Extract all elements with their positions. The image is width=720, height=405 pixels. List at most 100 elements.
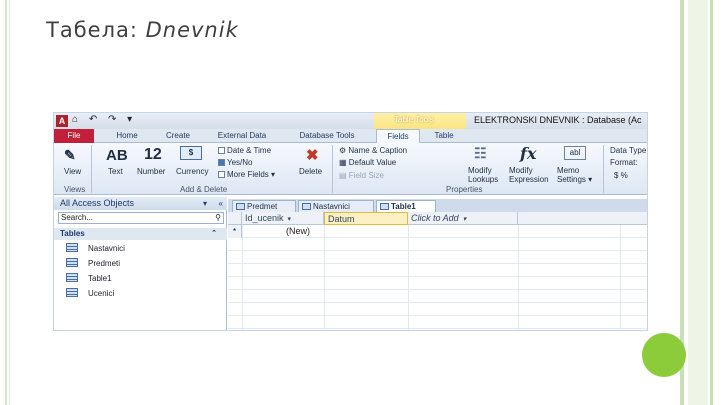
name-caption-button[interactable]: ⚙ Name & Caption <box>339 146 407 155</box>
data-type-label: Data Type: <box>610 146 648 155</box>
ribbon-separator <box>91 145 92 193</box>
format-symbol-buttons[interactable]: $ % <box>614 171 628 180</box>
nav-item-predmeti[interactable]: Predmeti <box>66 258 120 270</box>
modify-lookups-icon: ☷ <box>474 145 487 161</box>
grid-line <box>408 225 409 330</box>
nav-section-tables[interactable]: Tables ⌃ <box>54 228 227 240</box>
memo-settings-button[interactable]: Memo <box>557 166 579 175</box>
doc-tab-predmet[interactable]: Predmet <box>232 200 296 212</box>
slide-title-italic: Dnevnik <box>145 18 239 42</box>
tab-file[interactable]: File <box>54 129 94 143</box>
modify-lookups-label-2: Lookups <box>468 175 499 184</box>
nav-item-label: Nastavnici <box>88 244 125 253</box>
nav-item-nastavnici[interactable]: Nastavnici <box>66 243 125 255</box>
document-tab-bar: Predmet Nastavnici Table1 <box>228 199 647 212</box>
nav-section-label: Tables <box>60 229 85 238</box>
name-caption-icon: ⚙ <box>339 146 349 155</box>
doc-tab-nastavnici[interactable]: Nastavnici <box>298 200 374 212</box>
date-time-button[interactable]: Date & Time <box>218 146 271 155</box>
access-logo-icon[interactable]: A <box>56 115 68 127</box>
default-value-label: Default Value <box>348 158 397 167</box>
nav-pane-header[interactable]: All Access Objects ▾ « <box>54 197 227 210</box>
table-icon <box>66 243 78 252</box>
more-fields-icon <box>218 171 225 178</box>
ribbon-tab-bar: File Home Create External Data Database … <box>54 129 647 144</box>
views-group-label: Views <box>64 185 86 194</box>
table-row <box>228 251 647 264</box>
tab-table[interactable]: Table <box>424 129 464 143</box>
modify-lookups-button[interactable]: Modify <box>468 166 492 175</box>
table-row-new[interactable]: * (New) <box>228 225 647 238</box>
default-value-icon: ▦ <box>339 158 349 167</box>
view-design-icon: ✎ <box>64 147 76 163</box>
navigation-pane: All Access Objects ▾ « Search... ⚲ Table… <box>54 197 227 330</box>
modify-expression-label-2: Expression <box>509 175 549 184</box>
table-icon <box>66 288 78 297</box>
nav-item-table1[interactable]: Table1 <box>66 273 112 285</box>
nav-item-label: Table1 <box>88 274 112 283</box>
field-size-field[interactable]: ▤ Field Size <box>339 171 384 180</box>
format-label: Format: <box>610 158 638 167</box>
currency-field-button[interactable]: Currency <box>176 167 208 176</box>
table-tools-label: Table Tools <box>394 115 434 124</box>
collapse-section-icon[interactable]: ⌃ <box>211 228 217 240</box>
nav-search-placeholder: Search... <box>61 213 94 222</box>
new-record-marker[interactable]: * <box>228 225 242 238</box>
table-icon <box>66 258 78 267</box>
doc-tab-label: Nastavnici <box>313 202 350 211</box>
delete-icon: ✖ <box>306 147 319 164</box>
slide-title-plain: Табела: <box>46 18 146 42</box>
tab-create[interactable]: Create <box>154 129 202 143</box>
table-row <box>228 238 647 251</box>
memo-settings-icon: abl <box>564 146 586 160</box>
doc-tab-label: Predmet <box>247 202 278 211</box>
ribbon-separator <box>603 145 604 193</box>
more-fields-button[interactable]: More Fields ▾ <box>218 170 275 179</box>
memo-settings-label-2: Settings ▾ <box>557 175 593 184</box>
text-field-icon: AB <box>106 147 128 164</box>
table-row <box>228 277 647 290</box>
table-row <box>228 316 647 329</box>
number-field-icon: 12 <box>144 146 162 163</box>
column-header-click-to-add[interactable]: Click to Add ▾ <box>408 212 518 225</box>
yes-no-label: Yes/No <box>227 158 253 167</box>
document-area: Predmet Nastavnici Table1 Id_ucenik ▾ Dat… <box>228 197 647 330</box>
name-caption-label: Name & Caption <box>348 146 408 155</box>
slide-left-rule <box>5 0 7 405</box>
doc-tab-label: Table1 <box>391 202 416 211</box>
chevron-down-icon[interactable]: ▾ <box>288 216 292 223</box>
chevron-down-icon[interactable]: ▾ <box>203 197 207 210</box>
modify-expression-button[interactable]: Modify <box>509 166 533 175</box>
slide-title: Табела: Dnevnik <box>46 18 239 42</box>
checkbox-icon <box>218 159 225 166</box>
delete-field-button[interactable]: Delete <box>299 167 322 176</box>
column-header-label: Click to Add <box>411 213 459 223</box>
currency-icon: $ <box>180 146 202 160</box>
window-title: ELEKTRONSKI DNEVNIK : Database (Ac <box>474 115 642 125</box>
doc-tab-table1[interactable]: Table1 <box>376 200 436 212</box>
ribbon-separator <box>332 145 333 193</box>
collapse-pane-icon[interactable]: « <box>219 197 223 210</box>
text-field-button[interactable]: Text <box>108 167 123 176</box>
view-button[interactable]: View <box>64 167 81 176</box>
chevron-down-icon[interactable]: ▾ <box>463 216 467 223</box>
grid-line <box>620 225 621 330</box>
column-header-id-ucenik[interactable]: Id_ucenik ▾ <box>242 212 324 225</box>
tab-database-tools[interactable]: Database Tools <box>286 129 368 143</box>
ribbon: ✎ View Views AB Text 12 Number $ Currenc… <box>54 143 648 195</box>
tab-home[interactable]: Home <box>106 129 148 143</box>
field-size-label: Field Size <box>348 171 384 180</box>
quick-access-toolbar[interactable]: ⌂ ↶ ↷ ▾ <box>72 114 136 125</box>
nav-item-ucenici[interactable]: Ucenici <box>66 288 114 300</box>
select-all-cell[interactable] <box>228 212 242 225</box>
number-field-button[interactable]: Number <box>137 167 165 176</box>
new-record-value[interactable]: (New) <box>286 225 310 238</box>
table-row <box>228 303 647 316</box>
nav-search-input[interactable]: Search... ⚲ <box>58 212 224 224</box>
tab-fields[interactable]: Fields <box>376 129 420 144</box>
yes-no-button[interactable]: Yes/No <box>218 158 253 167</box>
tab-external-data[interactable]: External Data <box>208 129 276 143</box>
search-icon[interactable]: ⚲ <box>215 213 221 223</box>
default-value-button[interactable]: ▦ Default Value <box>339 158 396 167</box>
column-header-datum[interactable]: Datum <box>324 212 408 225</box>
